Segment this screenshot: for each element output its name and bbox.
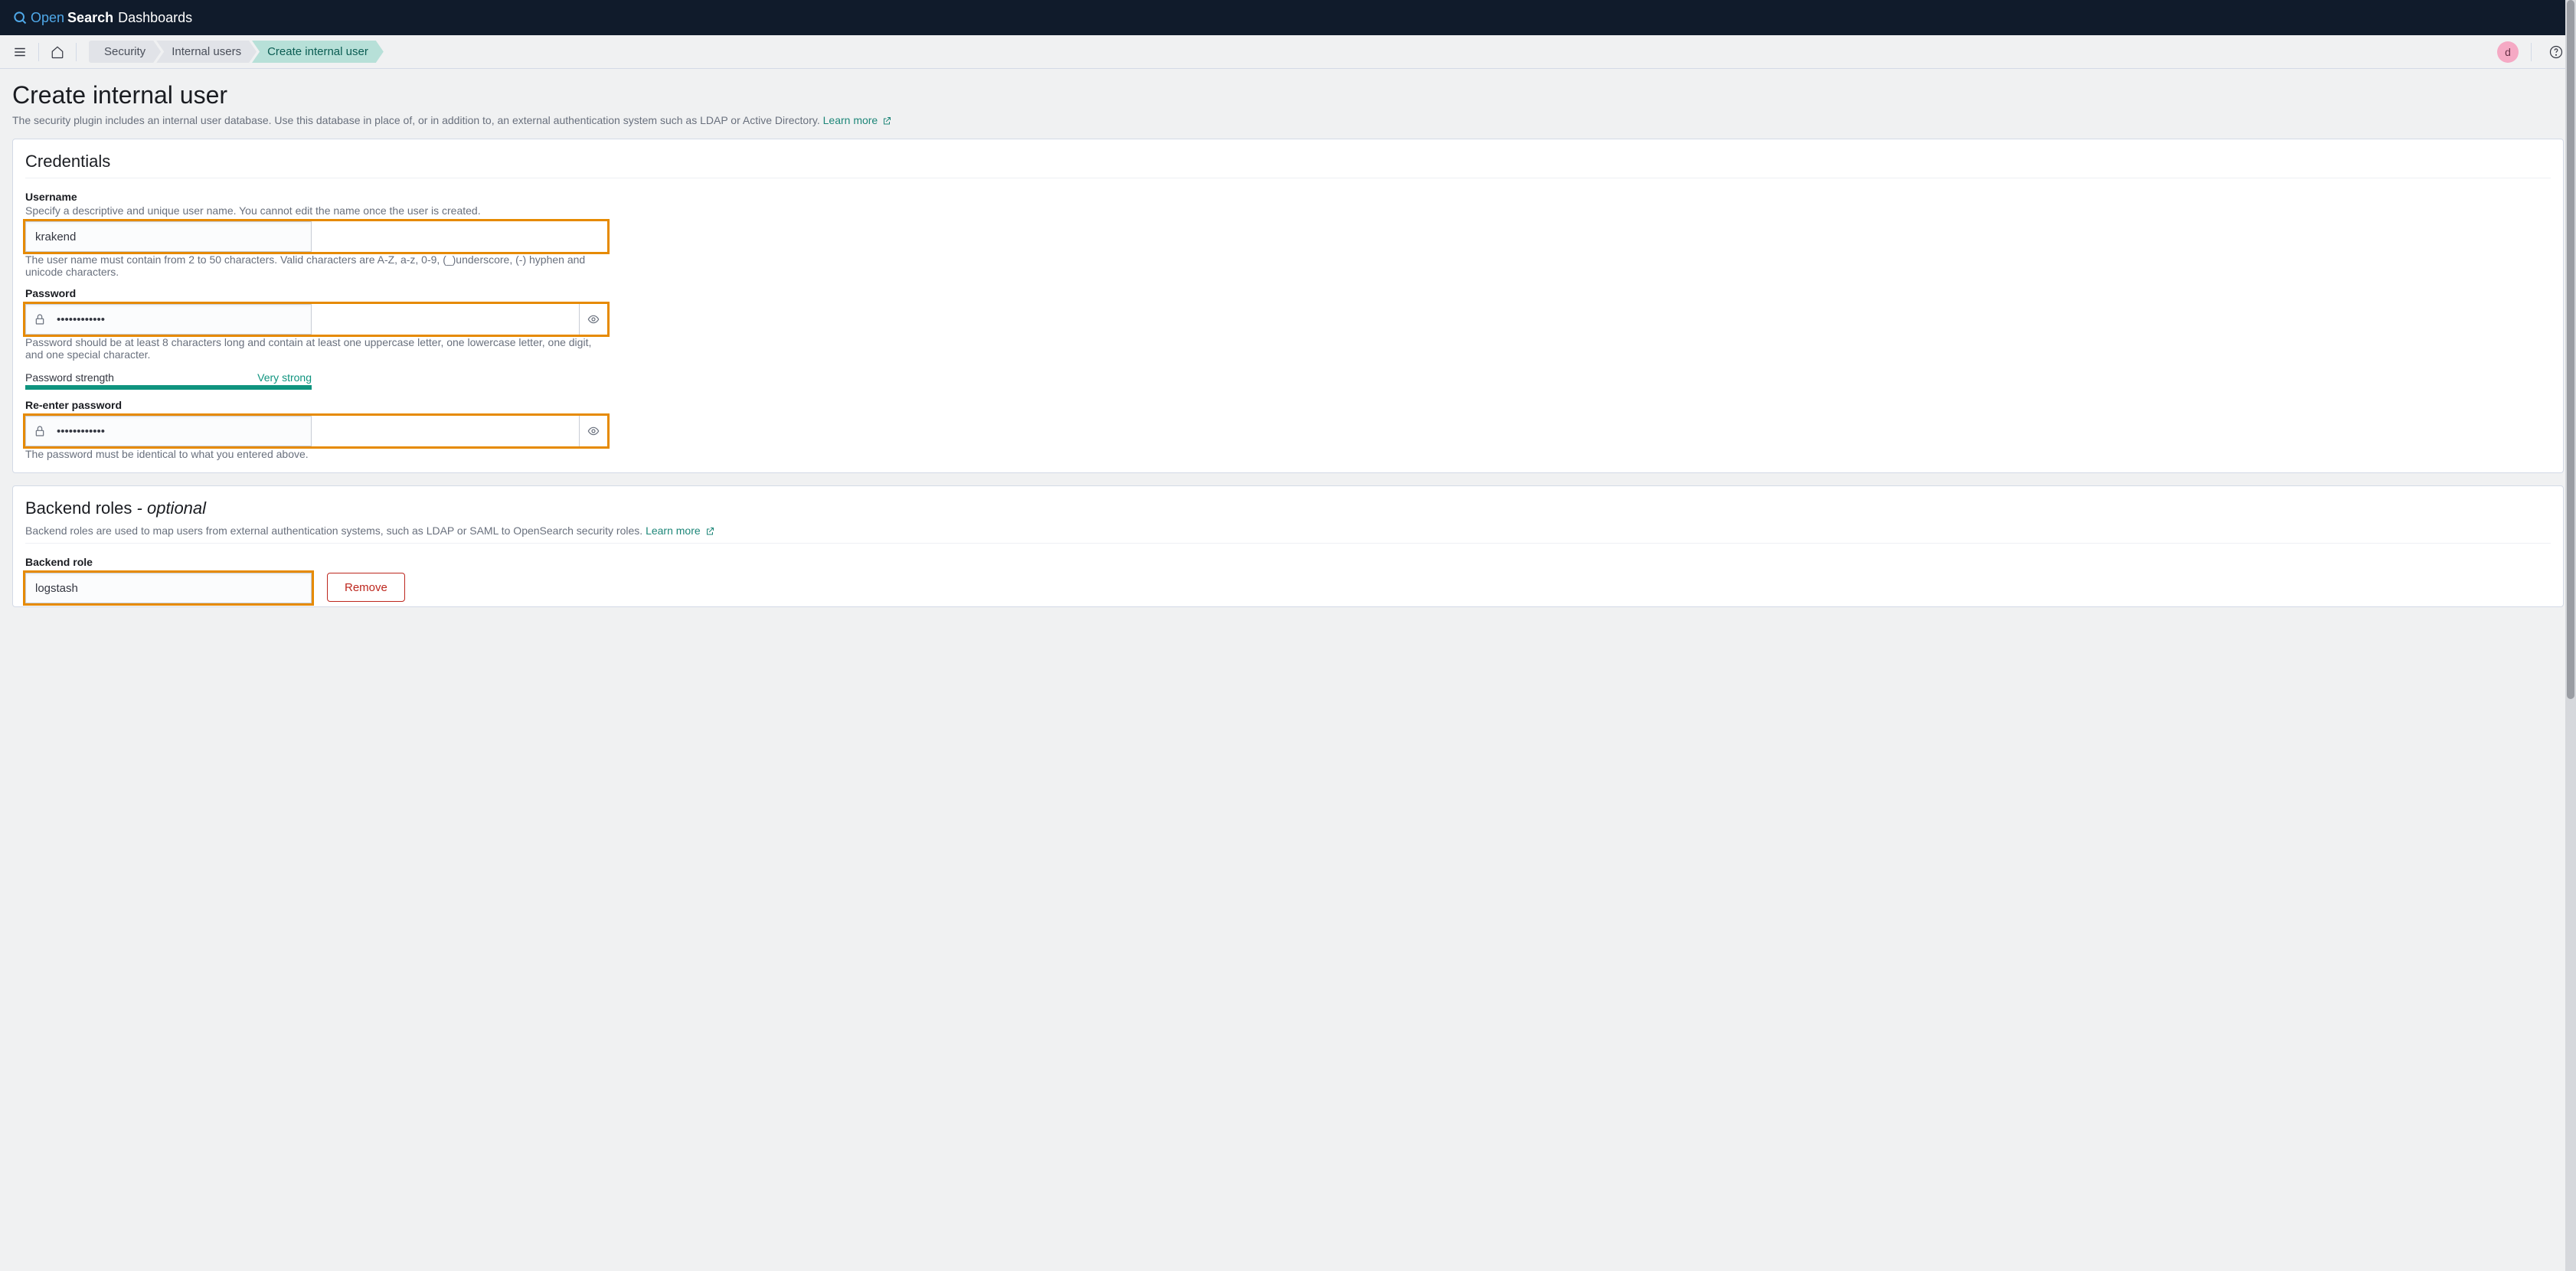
reenter-row: Re-enter password The password must be i… xyxy=(25,399,607,460)
show-password-button[interactable] xyxy=(579,304,606,335)
password-strength-bar xyxy=(25,385,312,390)
breadcrumb: Security Internal users Create internal … xyxy=(89,41,384,63)
nav-bar: Security Internal users Create internal … xyxy=(0,35,2576,69)
top-bar: OpenSearch Dashboards xyxy=(0,0,2576,35)
strength-label: Password strength xyxy=(25,371,114,384)
username-help: The user name must contain from 2 to 50 … xyxy=(25,253,607,278)
username-label: Username xyxy=(25,191,607,203)
breadcrumb-internal-users[interactable]: Internal users xyxy=(156,41,257,63)
brand-search: Search xyxy=(67,10,113,26)
backend-role-input-wrap xyxy=(25,573,312,603)
panel-divider xyxy=(25,543,2551,544)
credentials-panel: Credentials Username Specify a descripti… xyxy=(12,139,2564,473)
external-link-icon xyxy=(882,116,891,126)
learn-more-text: Learn more xyxy=(823,114,878,126)
brand-dash: Dashboards xyxy=(118,10,192,26)
learn-more-link[interactable]: Learn more xyxy=(823,114,891,126)
show-reenter-password-button[interactable] xyxy=(579,416,606,446)
breadcrumb-security[interactable]: Security xyxy=(89,41,161,63)
page-title: Create internal user xyxy=(12,81,2564,109)
backend-learn-more-text: Learn more xyxy=(646,524,701,537)
breadcrumb-create-user[interactable]: Create internal user xyxy=(252,41,384,63)
username-input[interactable] xyxy=(25,221,312,252)
home-button[interactable] xyxy=(45,40,70,64)
credentials-title: Credentials xyxy=(25,152,2551,172)
external-link-icon xyxy=(705,527,714,536)
backend-roles-panel: Backend roles - optional Backend roles a… xyxy=(12,485,2564,607)
eye-icon xyxy=(587,425,600,437)
backend-role-label: Backend role xyxy=(25,556,2551,568)
reenter-label: Re-enter password xyxy=(25,399,607,411)
menu-toggle-button[interactable] xyxy=(8,40,32,64)
backend-role-row: Remove xyxy=(25,573,2551,603)
page-content: Create internal user The security plugin… xyxy=(0,69,2576,632)
opensearch-icon xyxy=(12,10,28,25)
reenter-help: The password must be identical to what y… xyxy=(25,448,607,460)
page-description: The security plugin includes an internal… xyxy=(12,114,2564,126)
nav-divider xyxy=(76,43,77,61)
strength-value: Very strong xyxy=(257,371,312,384)
remove-role-button[interactable]: Remove xyxy=(327,573,405,602)
page-desc-text: The security plugin includes an internal… xyxy=(12,114,823,126)
password-help: Password should be at least 8 characters… xyxy=(25,336,607,361)
backend-roles-desc: Backend roles are used to map users from… xyxy=(25,524,2551,537)
lock-icon xyxy=(26,416,54,446)
brand-open: Open xyxy=(31,10,64,26)
backend-title-prefix: Backend roles xyxy=(25,498,137,518)
lock-icon xyxy=(26,304,54,335)
help-icon xyxy=(2549,45,2563,59)
scrollbar-thumb[interactable] xyxy=(2567,0,2574,699)
eye-icon xyxy=(587,313,600,325)
backend-role-input[interactable] xyxy=(25,573,312,603)
scrollbar-track[interactable] xyxy=(2565,0,2576,1271)
password-input-wrap xyxy=(25,304,607,335)
username-row: Username Specify a descriptive and uniqu… xyxy=(25,191,607,278)
password-strength-row: Password strength Very strong xyxy=(25,371,312,384)
nav-divider xyxy=(38,43,39,61)
username-input-wrap xyxy=(25,221,607,252)
backend-learn-more-link[interactable]: Learn more xyxy=(646,524,714,537)
reenter-input-wrap xyxy=(25,416,607,446)
password-row: Password Password should be at least 8 c… xyxy=(25,287,607,390)
backend-desc-text: Backend roles are used to map users from… xyxy=(25,524,646,537)
brand-logo[interactable]: OpenSearch Dashboards xyxy=(12,10,192,26)
password-label: Password xyxy=(25,287,607,299)
password-input[interactable] xyxy=(25,304,312,335)
reenter-password-input[interactable] xyxy=(25,416,312,446)
menu-icon xyxy=(13,45,27,59)
home-icon xyxy=(51,45,64,59)
backend-roles-title: Backend roles - optional xyxy=(25,498,2551,518)
nav-divider xyxy=(2531,43,2532,61)
username-hint: Specify a descriptive and unique user na… xyxy=(25,204,607,217)
backend-title-suffix: - optional xyxy=(137,498,207,518)
avatar[interactable]: d xyxy=(2497,41,2519,63)
